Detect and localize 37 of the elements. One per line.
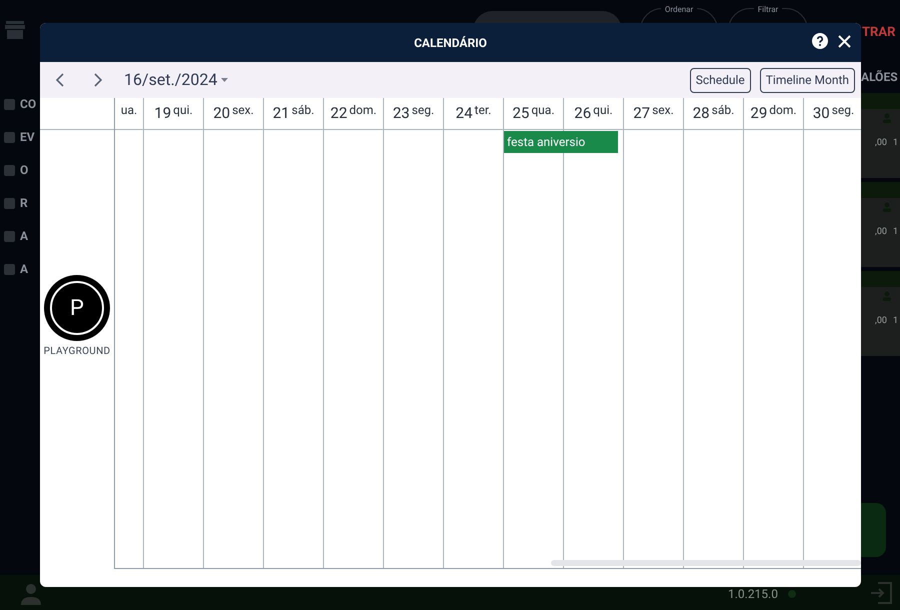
count-text: 1 bbox=[892, 226, 898, 239]
resource-name: PLAYGROUND bbox=[44, 345, 110, 359]
menu-icon bbox=[4, 264, 15, 274]
menu-item[interactable]: CO bbox=[20, 95, 36, 113]
menu-icon bbox=[4, 164, 15, 176]
horizontal-scrollbar[interactable] bbox=[551, 560, 861, 566]
view-button[interactable]: Schedule bbox=[690, 68, 751, 92]
view-button[interactable]: Timeline Month bbox=[760, 68, 855, 92]
avatar: P bbox=[44, 275, 110, 341]
menu-item[interactable]: A bbox=[20, 260, 28, 278]
count-text: 1 bbox=[892, 137, 898, 150]
filter-label: Filtrar bbox=[754, 4, 782, 14]
menu-icon bbox=[4, 230, 15, 242]
section-text: ALÕES bbox=[861, 69, 898, 86]
caret-icon bbox=[221, 78, 228, 82]
menu-icon bbox=[4, 98, 15, 110]
amount-text: ,00 bbox=[875, 315, 887, 328]
menu-item[interactable]: EV bbox=[20, 128, 35, 146]
chevron-left-icon[interactable] bbox=[54, 73, 66, 87]
day-header: ua. bbox=[115, 98, 143, 130]
count-text: 1 bbox=[892, 315, 898, 328]
menu-icon bbox=[4, 132, 15, 142]
menu-item[interactable]: A bbox=[20, 227, 28, 245]
sort-label: Ordenar bbox=[660, 4, 698, 14]
dialog-title: CALENDÁRIO bbox=[414, 34, 487, 52]
menu-item[interactable]: R bbox=[20, 194, 28, 212]
close-icon[interactable] bbox=[838, 34, 851, 48]
amount-text: ,00 bbox=[875, 226, 887, 239]
version-text: 1.0.215.0 bbox=[728, 586, 778, 603]
chevron-right-icon[interactable] bbox=[92, 73, 104, 87]
menu-item[interactable]: O bbox=[20, 161, 28, 179]
event-block[interactable]: festa aniversio bbox=[504, 131, 618, 153]
action-text[interactable]: TRAR bbox=[862, 23, 896, 42]
date-picker-button[interactable]: 16/set./2024 bbox=[124, 68, 228, 92]
help-icon[interactable] bbox=[812, 33, 828, 49]
amount-text: ,00 bbox=[875, 137, 887, 150]
menu-icon bbox=[4, 198, 15, 208]
